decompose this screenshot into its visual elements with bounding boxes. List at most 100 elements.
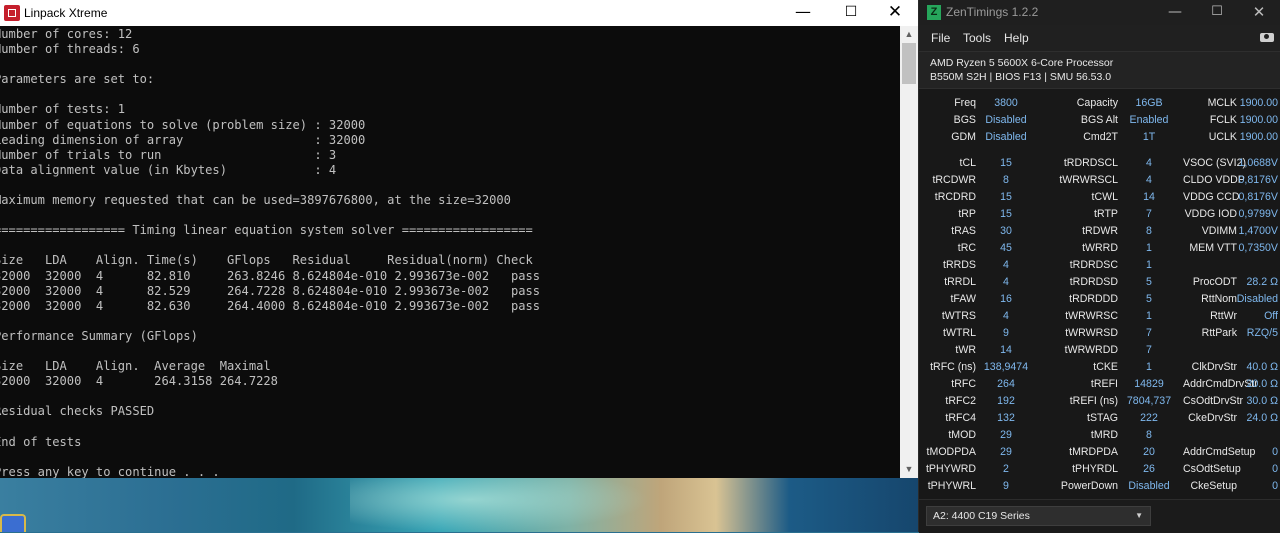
timing-value: 40.0 Ω xyxy=(1246,361,1278,373)
timing-value: 4 xyxy=(1003,310,1009,322)
timing-value: 29 xyxy=(1000,446,1012,458)
timing-label: tRCDWR xyxy=(932,174,976,186)
timing-label: tSTAG xyxy=(1087,412,1118,424)
memory-preset-dropdown[interactable]: A2: 4400 C19 Series ▼ xyxy=(926,506,1151,526)
timing-value: Disabled xyxy=(985,114,1027,126)
timing-value: 9 xyxy=(1003,327,1009,339)
timing-label: tPHYWRL xyxy=(927,480,976,492)
timing-label: Freq xyxy=(954,97,976,109)
console-text: Number of cores: 12 Number of threads: 6… xyxy=(0,27,541,478)
timing-label: tRDRDSCL xyxy=(1063,157,1118,169)
window-title: ZenTimings 1.2.2 xyxy=(946,5,1039,19)
timing-value: 4 xyxy=(1003,259,1009,271)
desktop-shortcut-icon[interactable] xyxy=(0,514,26,532)
chevron-down-icon: ▼ xyxy=(1135,511,1143,520)
timing-value: 30 xyxy=(1000,225,1012,237)
timing-value: 16GB xyxy=(1135,97,1163,109)
timing-value: Enabled xyxy=(1129,114,1169,126)
timing-value: 1900.00 xyxy=(1239,131,1278,143)
timing-value: 14 xyxy=(1143,191,1155,203)
system-info: AMD Ryzen 5 5600X 6-Core Processor B550M… xyxy=(919,51,1280,89)
menu-help[interactable]: Help xyxy=(1004,25,1029,51)
timing-label: tRFC (ns) xyxy=(930,361,976,373)
zentimings-window: Z ZenTimings 1.2.2 — ☐ ✕ File Tools Help… xyxy=(918,0,1280,533)
timing-value: 264 xyxy=(997,378,1015,390)
timing-value: 1900.00 xyxy=(1239,97,1278,109)
timing-value: 1,4700V xyxy=(1238,225,1278,237)
timing-label: BGS xyxy=(953,114,976,126)
timing-value: 20.0 Ω xyxy=(1246,378,1278,390)
timing-label: tRDRDDD xyxy=(1069,293,1118,305)
linpack-app-icon xyxy=(4,5,20,21)
timing-value: 8 xyxy=(1003,174,1009,186)
timing-label: tWTRL xyxy=(943,327,976,339)
timing-label: tWTRS xyxy=(941,310,976,322)
timing-value: 26 xyxy=(1143,463,1155,475)
timing-label: tCL xyxy=(959,157,977,169)
timing-value: 5 xyxy=(1146,276,1152,288)
timing-value: 24.0 Ω xyxy=(1246,412,1278,424)
timing-label: tRRDL xyxy=(944,276,976,288)
timing-value: 0,8176V xyxy=(1238,174,1278,186)
scroll-up-icon[interactable]: ▲ xyxy=(900,26,918,43)
close-button[interactable]: ✕ xyxy=(1239,0,1279,25)
timing-value: 1,0688V xyxy=(1238,157,1278,169)
timing-label: Capacity xyxy=(1076,97,1118,109)
menu-tools[interactable]: Tools xyxy=(963,25,991,51)
timing-value: 15 xyxy=(1000,191,1012,203)
close-button[interactable]: ✕ xyxy=(872,0,918,26)
timing-value: 4 xyxy=(1146,174,1152,186)
timing-label: tREFI (ns) xyxy=(1069,395,1118,407)
screenshot-camera-icon[interactable] xyxy=(1260,33,1274,42)
menu-file[interactable]: File xyxy=(931,25,950,51)
timing-value: 16 xyxy=(1000,293,1012,305)
maximize-button[interactable]: ☐ xyxy=(1197,0,1237,25)
timing-value: 0,9799V xyxy=(1238,208,1278,220)
linpack-titlebar[interactable]: Linpack Xtreme — ☐ ✕ xyxy=(0,0,918,26)
minimize-button[interactable]: — xyxy=(1155,0,1195,25)
timing-label: tRFC2 xyxy=(945,395,976,407)
timing-value: 0,8176V xyxy=(1238,191,1278,203)
timing-value: 2 xyxy=(1003,463,1009,475)
timing-value: 1 xyxy=(1146,242,1152,254)
timing-value: 0 xyxy=(1272,463,1278,475)
timing-label: tWRWRSCL xyxy=(1059,174,1118,186)
timing-value: 5 xyxy=(1146,293,1152,305)
timing-value: 7 xyxy=(1146,344,1152,356)
timing-label: PowerDown xyxy=(1060,480,1118,492)
preset-value: A2: 4400 C19 Series xyxy=(933,510,1030,522)
timing-value: 15 xyxy=(1000,157,1012,169)
timing-value: Disabled xyxy=(1236,293,1278,305)
timing-label: tWRWRDD xyxy=(1064,344,1118,356)
timing-label: tMRDPDA xyxy=(1069,446,1118,458)
timing-label: tRDRDSC xyxy=(1069,259,1118,271)
zentimings-titlebar[interactable]: Z ZenTimings 1.2.2 — ☐ ✕ xyxy=(919,0,1280,25)
timing-value: 15 xyxy=(1000,208,1012,220)
vertical-scrollbar[interactable]: ▲ ▼ xyxy=(900,26,918,478)
timing-label: GDM xyxy=(951,131,976,143)
timing-value: 0 xyxy=(1272,446,1278,458)
timing-label: tRFC xyxy=(951,378,976,390)
timing-value: 14 xyxy=(1000,344,1012,356)
timing-label: Cmd2T xyxy=(1083,131,1118,143)
maximize-button[interactable]: ☐ xyxy=(828,0,874,26)
timing-label: tMODPDA xyxy=(926,446,976,458)
timing-label: tWRWRSD xyxy=(1065,327,1118,339)
board-info: B550M S2H | BIOS F13 | SMU 56.53.0 xyxy=(930,71,1112,83)
timing-value: 45 xyxy=(1000,242,1012,254)
timing-value: 1T xyxy=(1142,131,1156,143)
minimize-button[interactable]: — xyxy=(780,0,826,26)
timing-value: 1 xyxy=(1146,361,1152,373)
timing-label: tPHYWRD xyxy=(925,463,976,475)
console-output[interactable]: Number of cores: 12 Number of threads: 6… xyxy=(0,26,900,478)
timing-value: 1 xyxy=(1146,259,1152,271)
scrollbar-thumb[interactable] xyxy=(902,43,916,84)
timing-label: tPHYRDL xyxy=(1072,463,1118,475)
timing-label: tCWL xyxy=(1091,191,1118,203)
timing-value: 7 xyxy=(1146,208,1152,220)
timing-label: tRCDRD xyxy=(934,191,976,203)
timing-value: 28.2 Ω xyxy=(1246,276,1278,288)
timing-label: BGS Alt xyxy=(1080,114,1118,126)
timing-label: tMOD xyxy=(948,429,976,441)
scroll-down-icon[interactable]: ▼ xyxy=(900,461,918,478)
